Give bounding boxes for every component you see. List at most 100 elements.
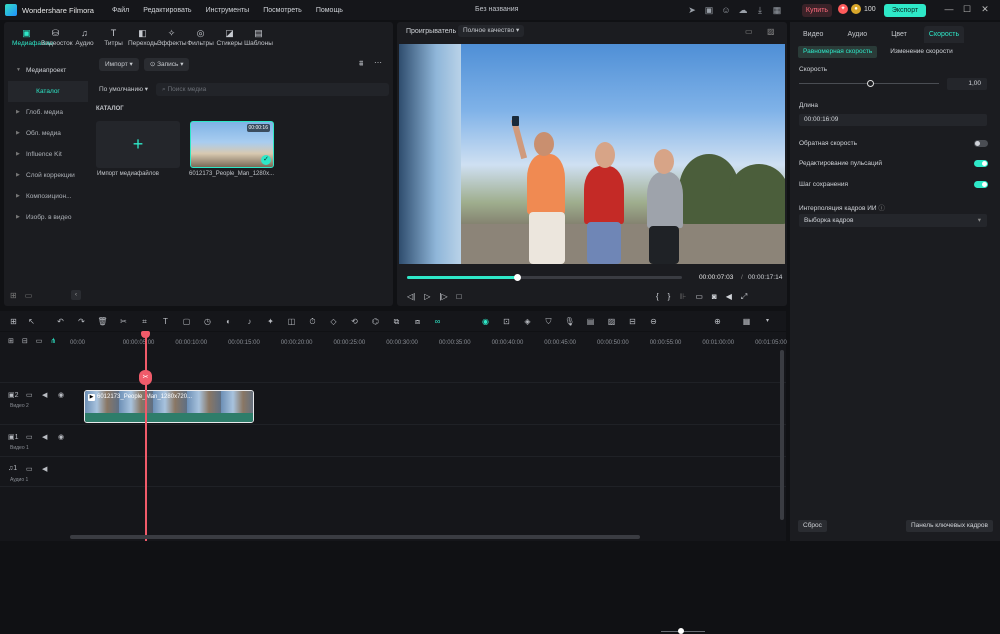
tab-color[interactable]: Цвет	[886, 26, 912, 43]
seek-handle[interactable]	[514, 274, 521, 281]
ripple-toggle[interactable]	[974, 160, 988, 167]
sidebar-adjustment-layer[interactable]: ▶ Слой коррекции	[8, 165, 88, 186]
tab-stickers[interactable]: ◪ Стикеры	[215, 28, 244, 47]
playhead-handle[interactable]	[141, 331, 150, 338]
menu-tools[interactable]: Инструменты	[206, 7, 250, 14]
horizontal-scrollbar[interactable]	[70, 535, 640, 539]
zoom-out-icon[interactable]: ⊖	[648, 316, 659, 327]
search-input[interactable]: ⌕ Поиск медиа	[156, 82, 389, 96]
video-thumbnail[interactable]: 00:00:16 ✓	[190, 121, 274, 168]
keyframe-panel-button[interactable]: Панель ключевых кадров	[906, 520, 993, 532]
speed-icon[interactable]: ◷	[202, 316, 213, 327]
speaker-icon[interactable]: ◀	[42, 465, 47, 473]
detach-icon[interactable]: ⧉	[391, 316, 402, 327]
motion-icon[interactable]: ⟲	[349, 316, 360, 327]
magnet-icon[interactable]: ⋔	[50, 337, 56, 345]
link-icon[interactable]: ∞	[432, 316, 443, 327]
add-track-icon[interactable]: ⊞	[8, 337, 14, 345]
mark-out-icon[interactable]: }	[668, 292, 671, 302]
image-icon[interactable]: ▨	[767, 27, 775, 36]
ai-tool-icon[interactable]: ✦	[265, 316, 276, 327]
display-icon[interactable]: ▭	[745, 27, 753, 36]
menu-file[interactable]: Файл	[112, 7, 129, 14]
view-options-icon[interactable]: ▦	[741, 316, 752, 327]
zoom-in-icon[interactable]: ⊕	[712, 316, 723, 327]
text-tool-icon[interactable]: T	[160, 316, 171, 327]
export-button[interactable]: Экспорт	[884, 4, 926, 17]
maximize-icon[interactable]: ☐	[958, 4, 976, 15]
tab-media[interactable]: ▣ Медиафайлы	[12, 28, 53, 47]
feedback-icon[interactable]: ▣	[703, 4, 715, 16]
new-folder-icon[interactable]: ⊞	[10, 291, 17, 300]
select-tool-icon[interactable]: ↖	[26, 316, 37, 327]
folder-lock-icon[interactable]: ▭	[26, 391, 33, 399]
playhead[interactable]	[145, 332, 147, 541]
reset-button[interactable]: Сброс	[798, 520, 827, 532]
seek-bar[interactable]	[407, 274, 682, 281]
sidebar-global-media[interactable]: ▶ Глоб. медиа	[8, 102, 88, 123]
import-media-card[interactable]: +	[96, 121, 180, 168]
sidebar-project[interactable]: ▼ Медиапроект	[8, 60, 88, 81]
menu-edit[interactable]: Редактировать	[143, 7, 191, 14]
folder-lock-icon[interactable]: ▭	[26, 465, 33, 473]
delete-icon[interactable]: 🗑	[97, 316, 108, 327]
camera-icon[interactable]: ◙	[712, 292, 717, 302]
tab-audio-props[interactable]: Аудио	[842, 26, 872, 43]
time-ruler[interactable]: 00:00 00:00:05:00 00:00:10:00 00:00:15:00 00…	[70, 335, 787, 349]
import-dropdown[interactable]: Импорт ▾	[99, 58, 139, 71]
collapse-icon[interactable]: ‹	[71, 290, 81, 300]
tab-transitions[interactable]: ◧ Переходы	[128, 28, 159, 47]
monitor-icon[interactable]: ▭	[695, 292, 703, 302]
vertical-scrollbar[interactable]	[780, 350, 784, 520]
track-manager-icon[interactable]: ⊟	[22, 337, 28, 345]
marker-icon[interactable]: ◈	[522, 316, 533, 327]
eye-icon[interactable]: ◉	[58, 391, 64, 399]
speaker-icon[interactable]: ◀	[726, 292, 732, 302]
close-icon[interactable]: ✕	[976, 4, 994, 15]
record-dropdown[interactable]: ⊙ Запись ▾	[143, 58, 190, 71]
crop-icon[interactable]: ⌗	[139, 316, 150, 327]
minimize-icon[interactable]: —	[940, 4, 958, 15]
tab-titles[interactable]: T Титры	[99, 28, 128, 47]
menu-help[interactable]: Помощь	[316, 7, 343, 14]
grid-icon[interactable]: ▦	[771, 4, 783, 16]
tab-effects[interactable]: ✧ Эффекты	[157, 28, 187, 47]
sidebar-compound[interactable]: ▶ Композицион...	[8, 186, 88, 207]
voiceover-icon[interactable]: ▤	[585, 316, 596, 327]
help-icon[interactable]: ⓘ	[878, 205, 885, 212]
timeline-clip[interactable]: ▶ 6012173_People_Man_1280x720...	[84, 390, 254, 423]
folder-lock-icon[interactable]: ▭	[26, 433, 33, 441]
snapshot-icon[interactable]: ⊡	[501, 316, 512, 327]
keyframe-icon[interactable]: ◇	[328, 316, 339, 327]
split-scissor-icon[interactable]: ✂	[139, 370, 152, 385]
next-frame-icon[interactable]: |▷	[439, 292, 447, 301]
stabilize-icon[interactable]: ⌬	[370, 316, 381, 327]
tab-filters[interactable]: ◎ Фильтры	[186, 28, 215, 47]
split-view-icon[interactable]: ⊪	[679, 292, 686, 302]
send-icon[interactable]: ➤	[686, 4, 698, 16]
subtab-speed-ramp[interactable]: Изменение скорости	[885, 46, 957, 58]
color-icon[interactable]: ◐	[223, 316, 234, 327]
subtab-uniform-speed[interactable]: Равномерная скорость	[798, 46, 878, 58]
tab-speed[interactable]: Скорость	[923, 26, 965, 43]
tab-video[interactable]: Видео	[798, 26, 828, 43]
render-icon[interactable]: ◉	[480, 316, 491, 327]
shield-icon[interactable]: ⛉	[543, 316, 554, 327]
sidebar-influence-kit[interactable]: ▶ Influence Kit	[8, 144, 88, 165]
mark-in-icon[interactable]: {	[656, 292, 659, 302]
chevron-down-icon[interactable]: ▾	[762, 316, 773, 327]
buy-button[interactable]: Купить	[802, 4, 832, 17]
pitch-toggle[interactable]	[974, 181, 988, 188]
tab-templates[interactable]: ▤ Шаблоны	[244, 28, 273, 47]
zoom-slider-handle[interactable]	[678, 628, 684, 634]
sort-dropdown[interactable]: По умолчанию ▾	[99, 85, 148, 93]
undo-icon[interactable]: ↶	[55, 316, 66, 327]
mic-icon[interactable]: 🎙	[564, 316, 575, 327]
play-icon[interactable]: ▷	[424, 292, 430, 301]
folder-icon[interactable]: ▭	[25, 291, 33, 300]
tab-audio[interactable]: ♫ Аудио	[70, 28, 99, 47]
prev-frame-icon[interactable]: ◁|	[407, 292, 415, 301]
eye-icon[interactable]: ◉	[58, 433, 64, 441]
reverse-toggle[interactable]	[974, 140, 988, 147]
redo-icon[interactable]: ↷	[76, 316, 87, 327]
